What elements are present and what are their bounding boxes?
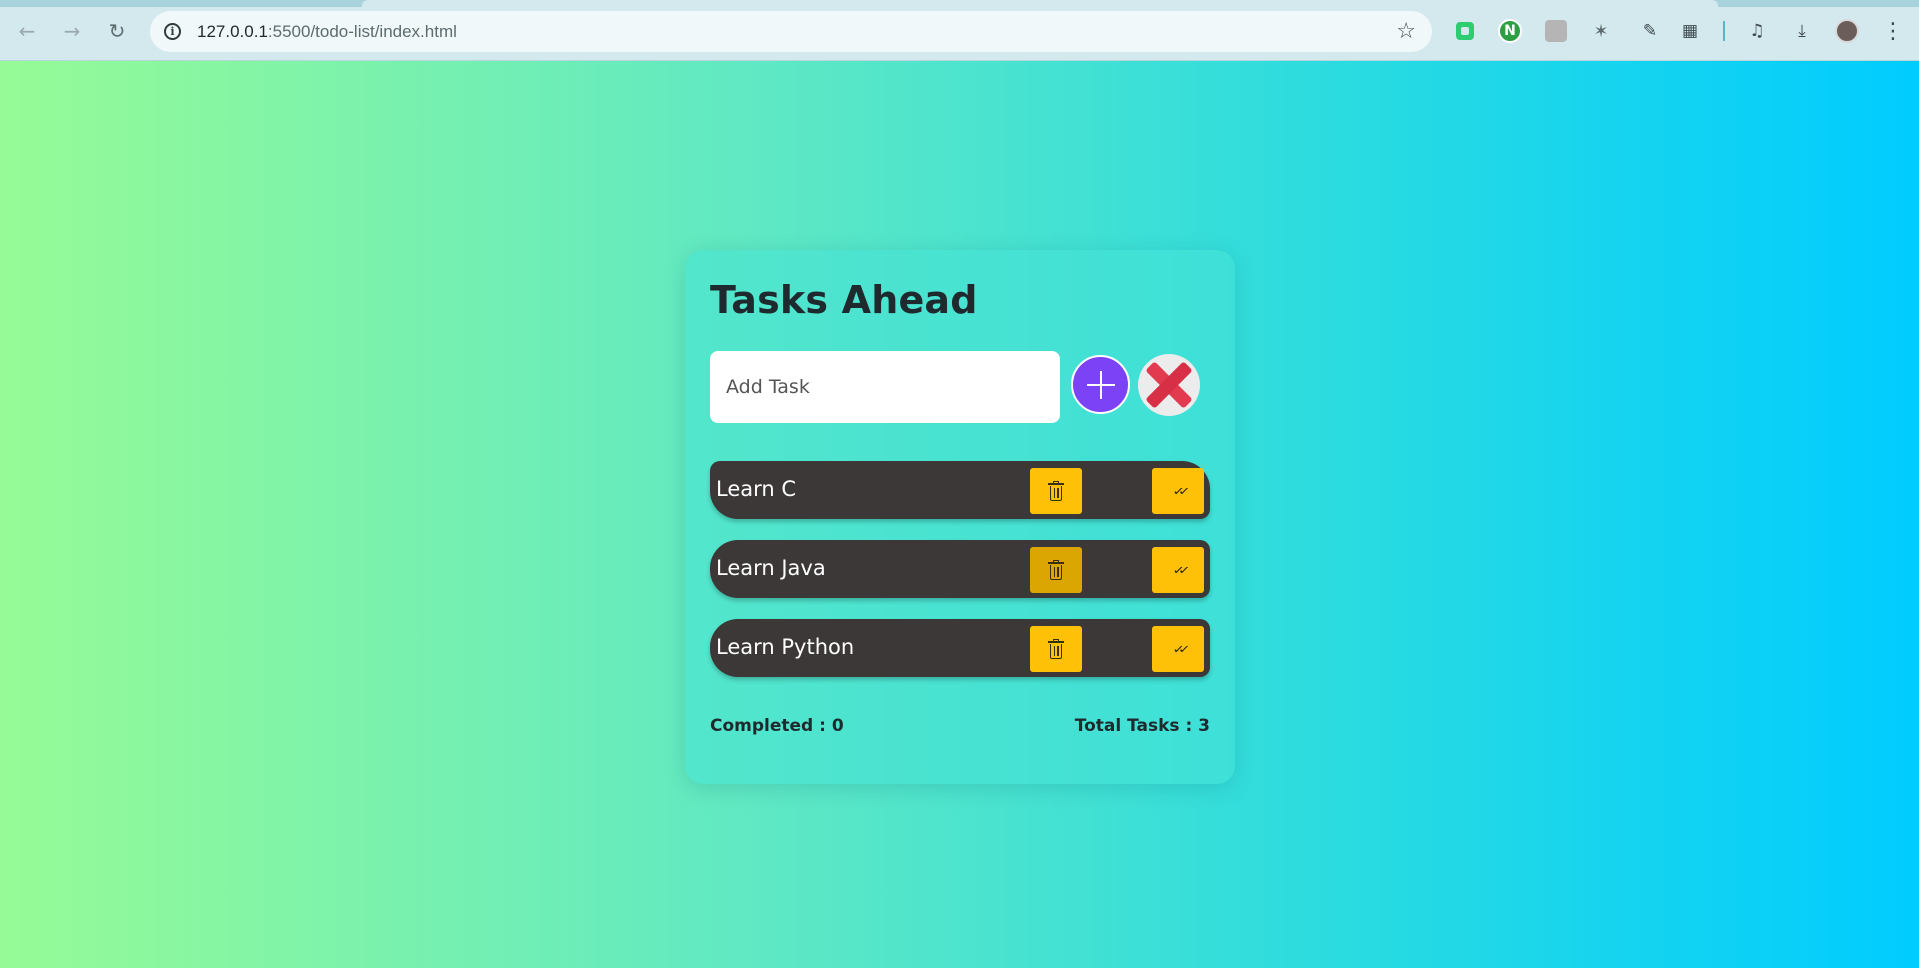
pen-tool-icon[interactable]: ✎: [1637, 18, 1663, 44]
delete-task-button[interactable]: [1030, 468, 1082, 514]
completed-count: Completed : 0: [710, 716, 844, 736]
todo-card: Tasks Ahead Learn C ✓✓: [685, 250, 1235, 784]
trash-icon: [1048, 639, 1064, 659]
double-check-icon: ✓✓: [1172, 484, 1190, 498]
download-icon[interactable]: ⤓: [1789, 18, 1815, 44]
back-button[interactable]: ←: [10, 14, 44, 48]
clear-input-button[interactable]: [1138, 354, 1200, 416]
task-name: Learn Python: [716, 635, 855, 659]
url-text[interactable]: 127.0.0.1:5500/todo-list/index.html: [197, 22, 457, 42]
extension-grey-icon[interactable]: [1543, 18, 1569, 44]
arrow-right-icon: →: [63, 19, 81, 43]
task-name: Learn Java: [716, 556, 826, 580]
delete-task-button[interactable]: [1030, 626, 1082, 672]
bookmark-star-icon[interactable]: ☆: [1396, 19, 1416, 44]
task-name: Learn C: [716, 477, 797, 501]
active-tab[interactable]: [362, 0, 1718, 7]
forward-button[interactable]: →: [55, 14, 89, 48]
task-stats: Completed : 0 Total Tasks : 3: [710, 716, 1210, 736]
bug-icon[interactable]: ✶: [1588, 18, 1614, 44]
reload-button[interactable]: ↻: [100, 14, 134, 48]
task-list: Learn C ✓✓ Learn Java ✓✓ Learn Python ✓✓: [710, 461, 1210, 698]
reload-icon: ↻: [108, 19, 126, 43]
media-queue-icon[interactable]: ♫: [1744, 18, 1770, 44]
total-count: Total Tasks : 3: [1074, 716, 1210, 736]
address-bar[interactable]: i 127.0.0.1:5500/todo-list/index.html ☆: [150, 11, 1432, 52]
delete-task-button[interactable]: [1030, 547, 1082, 593]
tab-strip: [0, 0, 1919, 7]
browser-toolbar: ← → ↻ i 127.0.0.1:5500/todo-list/index.h…: [0, 0, 1919, 61]
complete-task-button[interactable]: ✓✓: [1152, 626, 1204, 672]
extension-green-square-icon[interactable]: [1452, 18, 1478, 44]
complete-task-button[interactable]: ✓✓: [1152, 547, 1204, 593]
page-background: Tasks Ahead Learn C ✓✓: [0, 61, 1919, 968]
arrow-left-icon: ←: [18, 19, 36, 43]
double-check-icon: ✓✓: [1172, 642, 1190, 656]
complete-task-button[interactable]: ✓✓: [1152, 468, 1204, 514]
task-item: Learn Python ✓✓: [710, 619, 1210, 677]
profile-avatar[interactable]: [1834, 18, 1860, 44]
app-title: Tasks Ahead: [710, 278, 978, 322]
menu-kebab-icon[interactable]: ⋮: [1880, 18, 1906, 44]
add-task-input[interactable]: [710, 351, 1060, 423]
add-task-button[interactable]: [1071, 355, 1130, 414]
site-info-button[interactable]: i: [160, 19, 185, 44]
trash-icon: [1048, 560, 1064, 580]
extension-n-icon[interactable]: N: [1497, 18, 1523, 44]
toolbar-divider: [1723, 21, 1725, 41]
trash-icon: [1048, 481, 1064, 501]
info-icon: i: [164, 23, 181, 40]
url-path: :5500/todo-list/index.html: [267, 22, 457, 41]
task-item: Learn Java ✓✓: [710, 540, 1210, 598]
double-check-icon: ✓✓: [1172, 563, 1190, 577]
task-item: Learn C ✓✓: [710, 461, 1210, 519]
extensions-puzzle-icon[interactable]: ▦: [1677, 18, 1703, 44]
url-host: 127.0.0.1: [197, 22, 268, 41]
